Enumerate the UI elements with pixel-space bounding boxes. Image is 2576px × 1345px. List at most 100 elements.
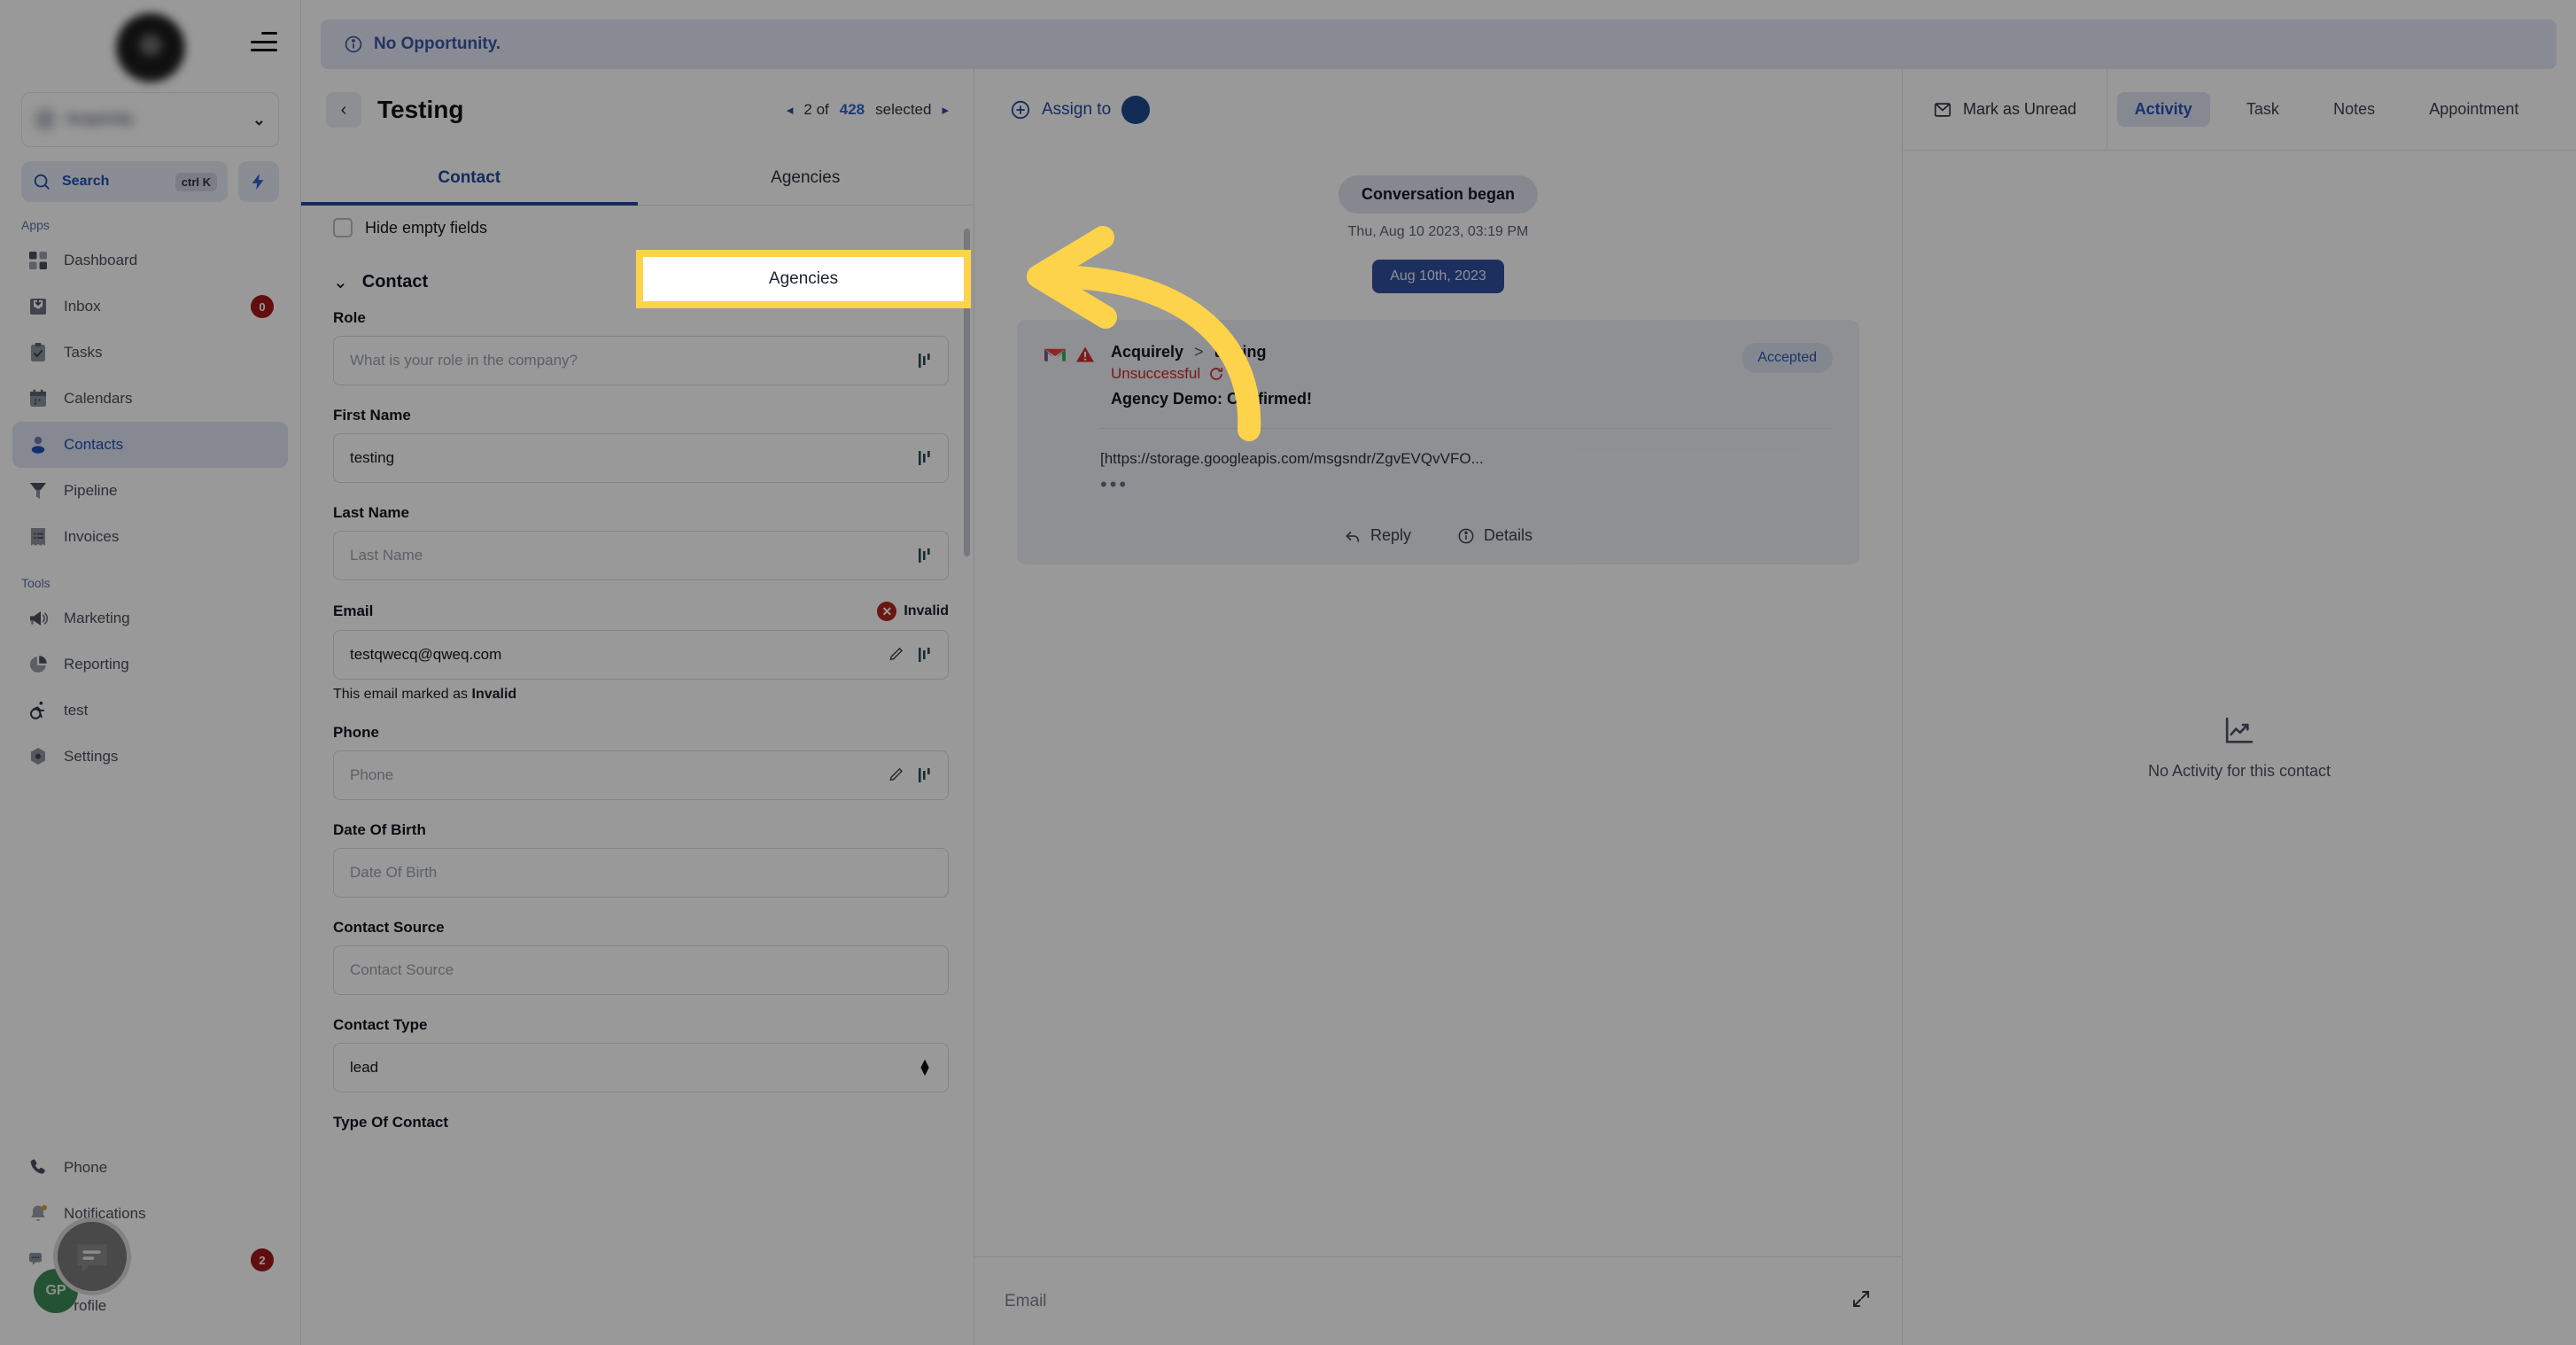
tab-activity[interactable]: Activity	[2116, 92, 2210, 127]
email-input[interactable]: testqwecq@qweq.com	[333, 630, 949, 680]
record-prefix: 2 of	[803, 101, 829, 118]
chat-launcher-button[interactable]	[53, 1217, 131, 1295]
contact-source-input[interactable]: Contact Source	[333, 945, 949, 995]
message-status-badge: Accepted	[1742, 343, 1833, 373]
profile-initials: GP	[45, 1283, 66, 1298]
next-record-button[interactable]: ▸	[942, 102, 949, 118]
prev-record-button[interactable]: ◂	[787, 102, 794, 118]
expand-composer-button[interactable]	[1851, 1288, 1872, 1314]
field-type-of-contact: Type Of Contact	[333, 1114, 949, 1131]
contact-panel-scrollbar[interactable]	[964, 229, 970, 556]
sidebar-item-phone[interactable]: Phone	[12, 1145, 288, 1191]
search-input[interactable]: Search ctrl K	[21, 161, 228, 202]
hide-empty-fields-checkbox[interactable]	[333, 218, 353, 237]
sidebar-item-inbox[interactable]: Inbox 0	[12, 284, 288, 330]
retry-icon[interactable]	[1208, 366, 1224, 382]
field-bars-icon[interactable]	[918, 449, 932, 467]
message-card[interactable]: Acquirely > testing Unsuccessful Agency …	[1017, 320, 1859, 564]
message-body-link[interactable]: [https://storage.googleapis.com/msgsndr/…	[1100, 450, 1833, 468]
field-date-of-birth: Date Of Birth Date Of Birth	[333, 821, 949, 898]
message-channel-icons	[1044, 343, 1095, 408]
sidebar-item-test[interactable]: test	[12, 688, 288, 734]
page-title: Testing	[377, 96, 464, 123]
first-name-input[interactable]: testing	[333, 433, 949, 483]
tab-task[interactable]: Task	[2229, 92, 2297, 127]
apps-nav: Dashboard Inbox 0 Tasks Calendars Contac…	[0, 237, 300, 560]
field-icons	[888, 646, 932, 664]
message-expand-ellipsis[interactable]: •••	[1100, 473, 1833, 496]
sidebar-item-invoices[interactable]: Invoices	[12, 514, 288, 560]
gear-icon	[27, 745, 50, 768]
sidebar-item-calendars[interactable]: Calendars	[12, 376, 288, 422]
tab-agencies[interactable]: Agencies	[638, 151, 974, 205]
pencil-icon[interactable]	[888, 766, 905, 784]
field-label: Contact Source	[333, 919, 445, 936]
accessibility-icon	[27, 699, 50, 722]
account-switcher[interactable]: Acquirely ⌄	[21, 92, 279, 147]
conversation-panel: Assign to Conversation began Thu, Aug 10…	[974, 69, 1903, 1345]
tab-contact[interactable]: Contact	[301, 151, 638, 206]
sidebar-item-label: Invoices	[64, 528, 120, 545]
hide-empty-fields-label: Hide empty fields	[365, 218, 488, 237]
sidebar-item-label: Marketing	[64, 610, 130, 626]
clipboard-check-icon	[27, 341, 50, 364]
sidebar-item-tasks[interactable]: Tasks	[12, 330, 288, 376]
pencil-icon[interactable]	[888, 646, 905, 664]
message-subject: Agency Demo: Confirmed!	[1111, 390, 1313, 408]
record-count: 428	[839, 101, 865, 118]
field-label: Role	[333, 309, 366, 326]
reply-icon	[1346, 531, 1360, 542]
email-composer[interactable]: Email	[974, 1256, 1902, 1345]
contact-form: ⌄ Contact Role What is your role in the …	[301, 248, 974, 1345]
sidebar-item-label: Tasks	[64, 344, 103, 361]
sidebar-item-pipeline[interactable]: Pipeline	[12, 468, 288, 514]
sidebar-item-settings[interactable]: Settings	[12, 734, 288, 780]
mark-as-unread-button[interactable]: Mark as Unread	[1933, 69, 2108, 150]
sidebar-item-reporting[interactable]: Reporting	[12, 641, 288, 688]
sidebar-item-label: Contacts	[64, 436, 124, 453]
field-placeholder: What is your role in the company?	[350, 352, 578, 369]
chevron-down-icon[interactable]: ⌄	[252, 111, 266, 129]
message-status: Unsuccessful	[1111, 365, 1312, 383]
contact-section-header[interactable]: ⌄ Contact	[333, 271, 949, 293]
record-navigator: ◂ 2 of 428 selected ▸	[787, 101, 949, 119]
last-name-input[interactable]: Last Name	[333, 531, 949, 580]
phone-input[interactable]: Phone	[333, 750, 949, 800]
date-of-birth-input[interactable]: Date Of Birth	[333, 848, 949, 898]
plus-circle-icon	[1011, 100, 1030, 120]
field-bars-icon[interactable]	[918, 646, 932, 664]
hide-empty-fields-row[interactable]: Hide empty fields	[301, 206, 974, 248]
field-label: Email	[333, 603, 374, 619]
invoice-icon	[27, 525, 50, 548]
composer-placeholder: Email	[1005, 1291, 1047, 1310]
tab-notes[interactable]: Notes	[2316, 92, 2393, 127]
sidebar-item-contacts[interactable]: Contacts	[12, 422, 288, 468]
field-bars-icon[interactable]	[918, 547, 932, 564]
sidebar-item-label: test	[64, 702, 89, 719]
sidebar-item-dashboard[interactable]: Dashboard	[12, 237, 288, 284]
bolt-icon	[252, 173, 264, 190]
contact-type-select[interactable]: lead ▲ ▼	[333, 1043, 949, 1092]
field-bars-icon[interactable]	[918, 352, 932, 369]
assignee-avatar[interactable]	[1121, 96, 1151, 124]
activity-empty-text: No Activity for this contact	[2147, 761, 2332, 780]
field-icons	[918, 547, 932, 564]
quick-action-button[interactable]	[238, 161, 279, 202]
tab-appointment[interactable]: Appointment	[2411, 92, 2536, 127]
inbox-icon	[27, 295, 50, 318]
field-bars-icon[interactable]	[918, 766, 932, 784]
apps-section-label: Apps	[21, 218, 50, 232]
search-shortcut: ctrl K	[175, 172, 217, 191]
reply-button[interactable]: Reply	[1344, 526, 1411, 545]
back-button[interactable]: ‹	[326, 92, 361, 128]
field-label: First Name	[333, 407, 411, 424]
role-input[interactable]: What is your role in the company?	[333, 336, 949, 385]
assign-to-button[interactable]: Assign to	[1010, 96, 1151, 124]
menu-toggle-icon[interactable]	[251, 32, 277, 51]
field-label: Phone	[333, 724, 379, 741]
sidebar-item-notifications[interactable]: Notifications	[12, 1191, 288, 1237]
sidebar-logo-row	[0, 7, 300, 89]
conversation-body: Conversation began Thu, Aug 10 2023, 03:…	[974, 151, 1902, 1256]
sidebar-item-marketing[interactable]: Marketing	[12, 595, 288, 641]
details-button[interactable]: Details	[1457, 526, 1532, 545]
